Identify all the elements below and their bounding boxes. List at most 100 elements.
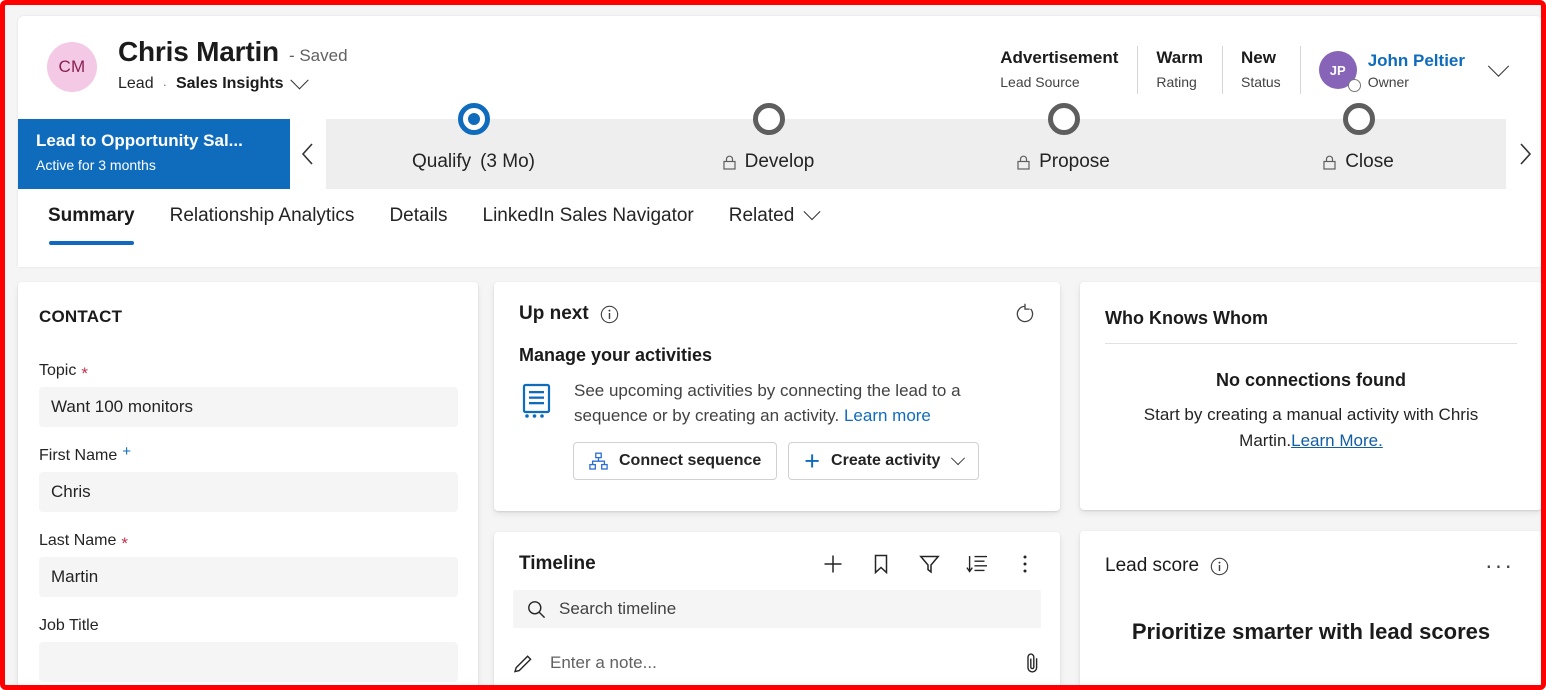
header-field-owner[interactable]: JP John Peltier Owner [1300,42,1465,98]
field-topic: Topic * Want 100 monitors [39,362,458,427]
field-label-wrap: Job Title [39,617,458,635]
process-stage-qualify[interactable]: Qualify (3 Mo) [326,119,621,189]
refresh-icon[interactable] [1014,303,1036,325]
entity-name: Lead [118,75,154,93]
who-knows-whom-learn-more-link[interactable]: Learn More. [1291,431,1383,450]
chevron-right-icon [1517,143,1532,165]
avatar: CM [47,42,97,92]
search-icon [527,600,546,619]
timeline-search-placeholder: Search timeline [559,599,676,619]
up-next-title: Up next [519,303,589,325]
timeline-note-row: Enter a note... [513,644,1041,682]
last-name-input[interactable]: Martin [39,557,458,597]
section-title: CONTACT [18,282,478,327]
chevron-down-icon[interactable] [951,451,965,465]
field-label: Topic [39,362,76,380]
lead-source-label: Lead Source [1000,72,1118,92]
filter-icon[interactable] [918,553,940,575]
record-title-block: Chris Martin - Saved Lead · Sales Insigh… [118,36,348,93]
lead-score-header: Lead score ··· [1080,531,1542,577]
recommended-plus-icon: + [122,443,131,460]
create-activity-label: Create activity [831,452,940,470]
stage-label: Develop [745,151,815,173]
learn-more-link[interactable]: Learn more [844,406,931,425]
header-expand-chevron-down-icon[interactable] [1488,55,1509,76]
owner-label: Owner [1368,74,1465,90]
stage-label: Close [1345,151,1394,173]
bookmark-icon[interactable] [870,553,892,575]
record-header: CM Chris Martin - Saved Lead · Sales Ins… [18,16,1542,119]
field-label: Job Title [39,617,99,635]
job-title-input[interactable] [39,642,458,682]
timeline-title: Timeline [519,553,596,575]
lead-score-title: Lead score [1105,555,1199,577]
separator-dot: · [163,77,167,92]
connect-sequence-button[interactable]: Connect sequence [573,442,777,480]
lead-score-more-options-icon[interactable]: ··· [1485,560,1514,572]
process-stage-develop[interactable]: Develop [621,119,916,189]
status-value: New [1241,47,1281,70]
stage-future-dot-icon [753,103,785,135]
form-body: CONTACT Topic * Want 100 monitors First … [10,273,1546,690]
rating-value: Warm [1156,47,1203,70]
process-next-button[interactable] [1506,119,1542,189]
form-selector-label[interactable]: Sales Insights [176,75,284,93]
lead-source-value: Advertisement [1000,47,1118,70]
process-stage-propose[interactable]: Propose [916,119,1211,189]
tab-related[interactable]: Related [729,205,819,245]
lead-score-title-wrap: Lead score [1105,555,1229,577]
rating-label: Rating [1156,72,1203,92]
topic-input[interactable]: Want 100 monitors [39,387,458,427]
crm-record-page: CM Chris Martin - Saved Lead · Sales Ins… [10,10,1546,690]
header-field-lead-source[interactable]: Advertisement Lead Source [981,42,1137,98]
tab-related-label: Related [729,205,795,227]
owner-avatar: JP [1319,51,1357,89]
chevron-down-icon[interactable] [290,71,308,89]
field-first-name: First Name + Chris [39,447,458,512]
add-record-icon[interactable] [822,553,844,575]
empty-state-body: Start by creating a manual activity with… [1110,402,1512,453]
header-field-rating[interactable]: Warm Rating [1137,42,1222,98]
tab-details[interactable]: Details [389,205,447,245]
who-knows-whom-title: Who Knows Whom [1080,282,1542,329]
note-placeholder: Enter a note... [550,653,657,673]
up-next-description-wrap: See upcoming activities by connecting th… [574,378,1038,428]
field-label-wrap: Topic * [39,362,458,380]
field-label-wrap: First Name + [39,447,458,465]
first-name-input[interactable]: Chris [39,472,458,512]
more-options-icon[interactable] [1014,553,1036,575]
stage-label-wrap: Develop [723,151,815,173]
info-icon [1210,557,1229,576]
form-tabs: Summary Relationship Analytics Details L… [18,189,1542,267]
sort-descending-icon[interactable] [966,553,988,575]
stage-duration: (3 Mo) [480,151,535,173]
save-status: - Saved [289,46,348,66]
stage-label: Qualify [412,151,471,173]
field-label: First Name [39,447,117,465]
field-job-title: Job Title [39,617,458,682]
lock-icon [1323,155,1336,170]
note-input-wrap[interactable]: Enter a note... [513,653,657,674]
up-next-card: Up next Manage your activities [494,282,1060,511]
tab-relationship-analytics[interactable]: Relationship Analytics [170,205,355,245]
stage-label-wrap: Qualify (3 Mo) [412,151,535,173]
lead-score-card: Lead score ··· Prioritize smarter with l… [1080,531,1542,690]
timeline-search-input[interactable]: Search timeline [513,590,1041,628]
owner-avatar-initials: JP [1330,63,1346,78]
tab-linkedin-sales-navigator[interactable]: LinkedIn Sales Navigator [483,205,694,245]
attachment-icon[interactable] [1024,652,1041,674]
up-next-body: See upcoming activities by connecting th… [494,366,1060,428]
field-label: Last Name [39,532,116,550]
process-previous-button[interactable] [290,119,326,189]
up-next-title-wrap: Up next [519,303,619,325]
process-stage-close[interactable]: Close [1211,119,1506,189]
process-name: Lead to Opportunity Sal... [36,130,290,153]
owner-name[interactable]: John Peltier [1368,50,1465,72]
process-name-block[interactable]: Lead to Opportunity Sal... Active for 3 … [18,119,290,189]
timeline-toolbar [822,553,1036,575]
tab-summary[interactable]: Summary [48,205,135,245]
stage-label-wrap: Close [1323,151,1394,173]
lock-icon [1017,155,1030,170]
header-field-status[interactable]: New Status [1222,42,1300,98]
create-activity-button[interactable]: + Create activity [788,442,979,480]
